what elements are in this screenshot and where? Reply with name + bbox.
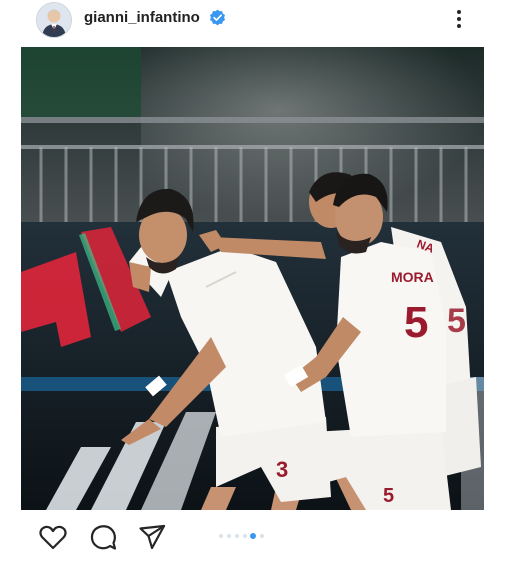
svg-text:MORA: MORA bbox=[391, 269, 434, 285]
svg-text:3: 3 bbox=[276, 457, 288, 482]
username[interactable]: gianni_infantino bbox=[84, 9, 200, 26]
comment-icon[interactable] bbox=[88, 522, 118, 552]
post-actions bbox=[0, 514, 514, 560]
heart-icon[interactable] bbox=[38, 522, 68, 552]
more-vertical-icon bbox=[457, 10, 461, 14]
more-vertical-icon-dot bbox=[457, 17, 461, 21]
svg-text:5: 5 bbox=[447, 302, 466, 340]
carousel-dot bbox=[227, 534, 231, 538]
post-photo-image: 3 5 MORA 5 NA 5 bbox=[21, 47, 484, 510]
carousel-dot bbox=[235, 534, 239, 538]
post-header: gianni_infantino bbox=[0, 0, 514, 40]
carousel-dot bbox=[243, 534, 247, 538]
more-vertical-icon-dot bbox=[457, 24, 461, 28]
carousel-dot bbox=[260, 534, 264, 538]
avatar-image bbox=[37, 3, 71, 37]
more-options-button[interactable] bbox=[447, 5, 471, 33]
avatar[interactable] bbox=[36, 2, 72, 38]
send-icon[interactable] bbox=[137, 522, 167, 552]
svg-text:5: 5 bbox=[383, 485, 394, 507]
carousel-dot bbox=[219, 534, 223, 538]
svg-text:5: 5 bbox=[404, 298, 428, 347]
verified-badge-icon bbox=[210, 9, 225, 26]
carousel-dot-active bbox=[250, 533, 256, 539]
post-photo[interactable]: 3 5 MORA 5 NA 5 bbox=[21, 47, 484, 510]
